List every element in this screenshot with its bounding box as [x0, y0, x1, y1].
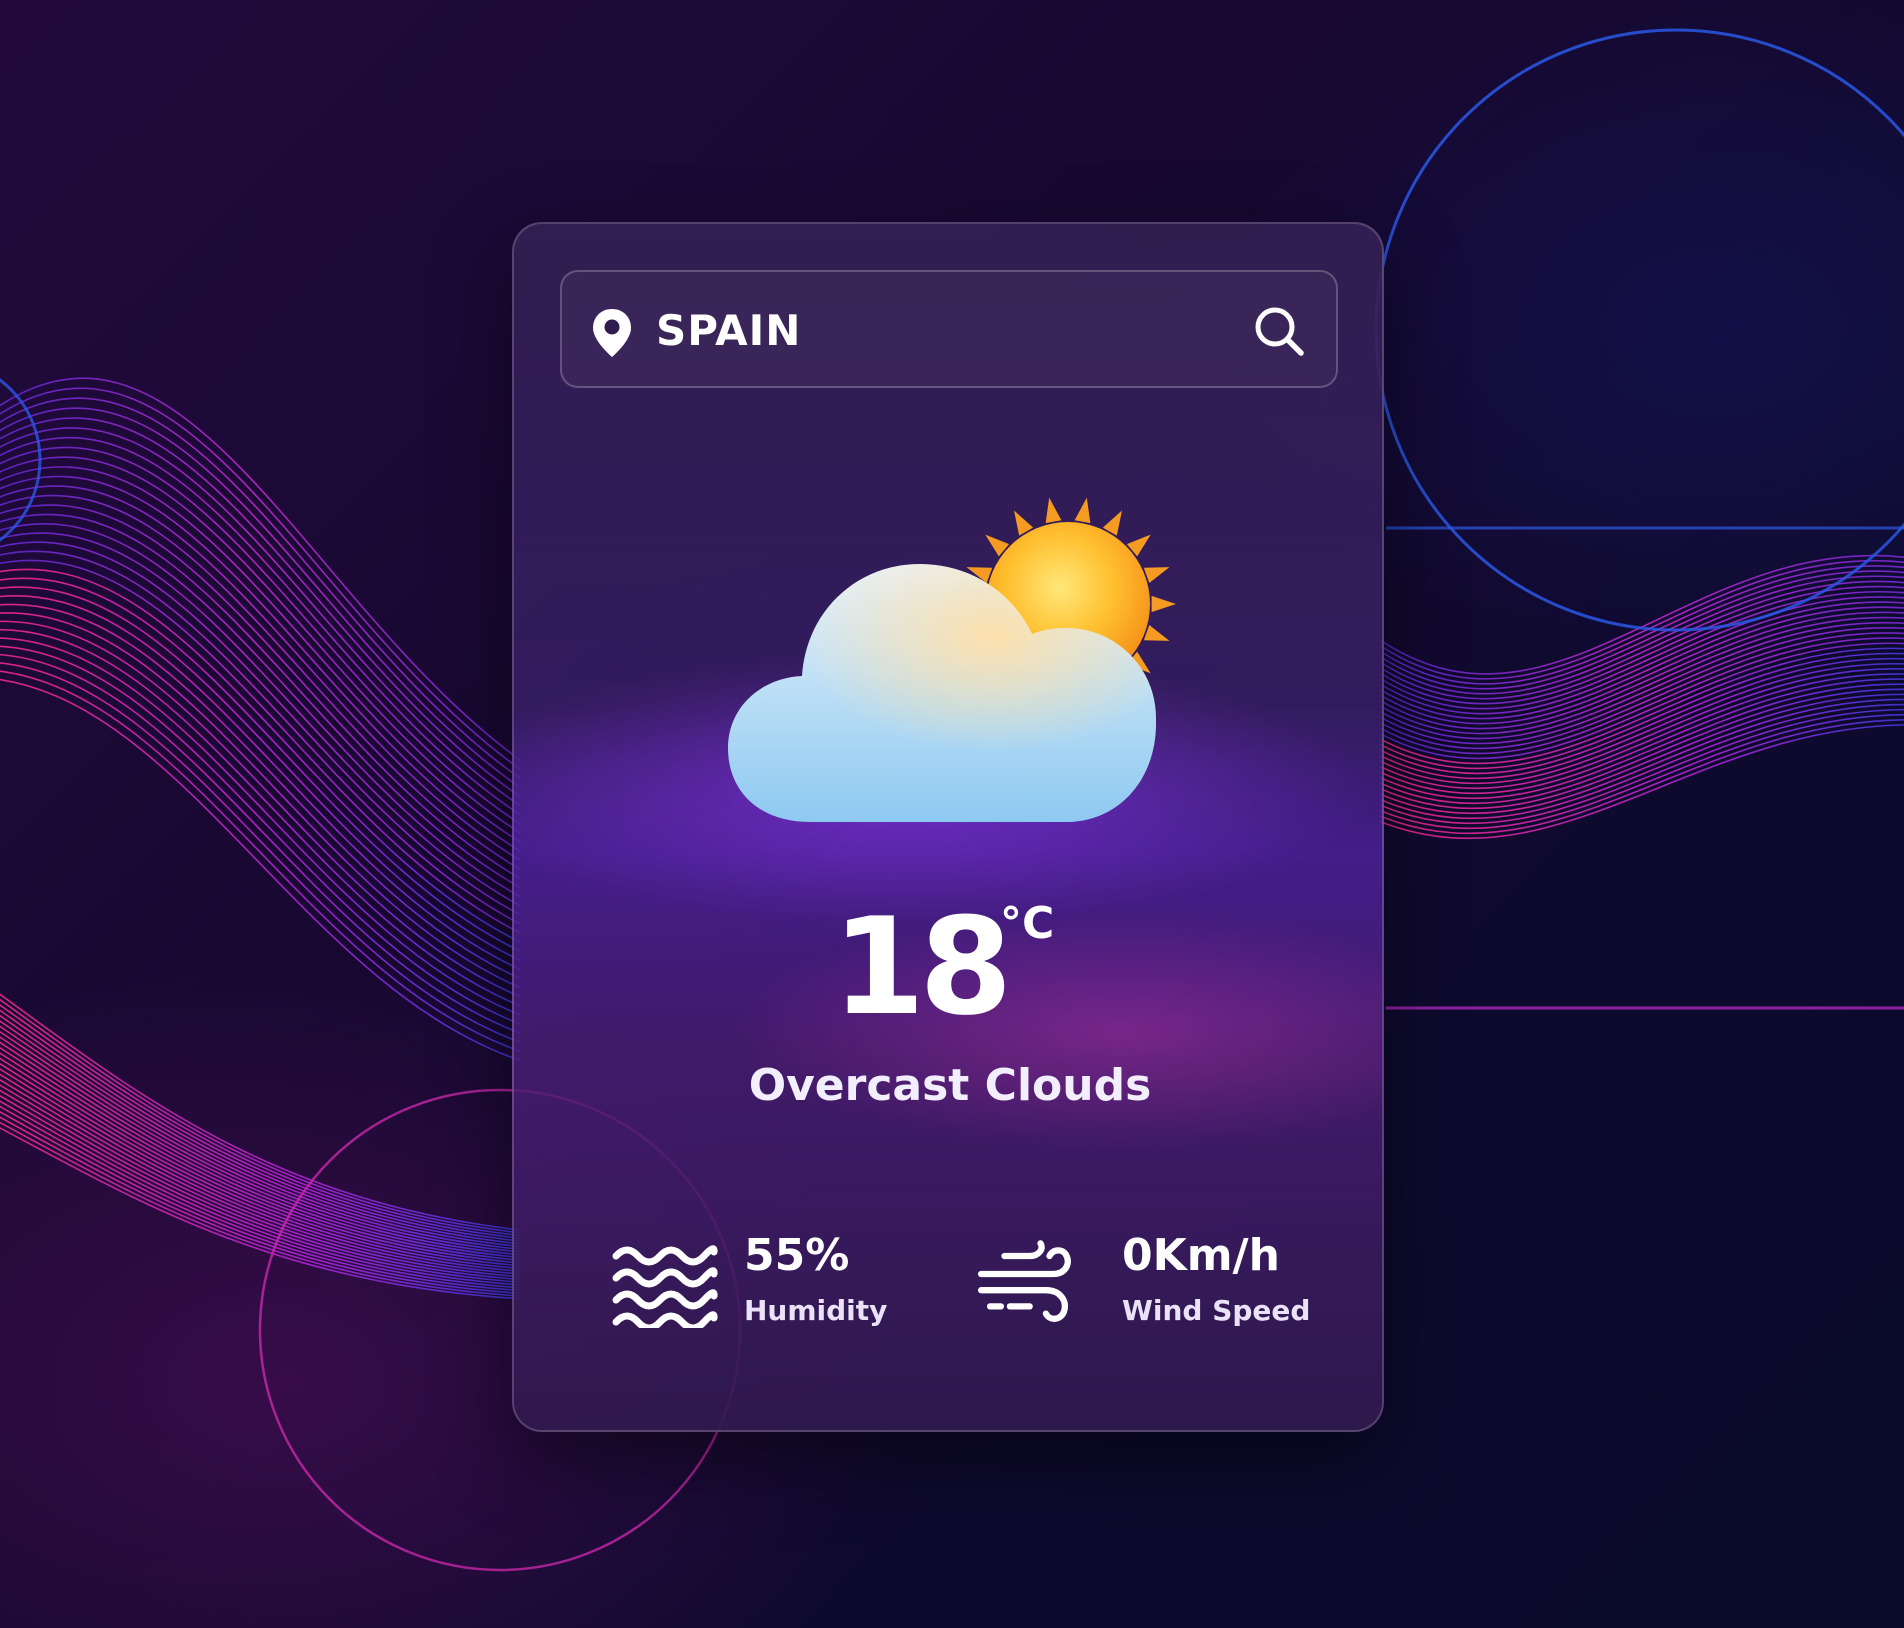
wind-detail: 0Km/h Wind Speed — [972, 1230, 1312, 1340]
background-wave-line — [0, 1020, 521, 1245]
background-wave-line — [0, 577, 521, 952]
location-pin-icon — [593, 309, 631, 357]
wind-speed-value: 0Km/h — [1122, 1230, 1280, 1281]
background-wave-line — [1379, 565, 1904, 685]
background-wave-line — [1379, 559, 1904, 680]
temperature-unit: °C — [1000, 898, 1055, 949]
weather-card: 18 °C Overcast Clouds 55% Humidity — [512, 222, 1384, 1432]
sun-ray — [1045, 497, 1062, 524]
search-input[interactable] — [656, 300, 1216, 360]
background-wave-line — [0, 993, 521, 1231]
background-wave-line — [0, 513, 521, 889]
humidity-detail: 55% Humidity — [610, 1230, 910, 1340]
sun-ray — [1074, 497, 1091, 524]
sun-ray — [1143, 625, 1170, 641]
sun-ray — [1143, 567, 1170, 583]
temperature-value: 18 — [832, 889, 1013, 1045]
search-button[interactable] — [1250, 302, 1308, 360]
weather-condition: Overcast Clouds — [748, 1060, 1152, 1111]
background-wave-line — [0, 1030, 521, 1251]
background-wave-line — [0, 541, 521, 916]
background-wave-line — [0, 1025, 521, 1248]
background-wave-line — [0, 612, 521, 989]
background-wave-line — [0, 637, 521, 1016]
search-icon — [1255, 307, 1304, 356]
background-wave-line — [0, 456, 521, 834]
humidity-value: 55% — [744, 1230, 850, 1281]
wind-speed-label: Wind Speed — [1122, 1294, 1311, 1327]
sun-ray — [1151, 595, 1176, 613]
background-wave-line — [1379, 647, 1904, 765]
background-wave-line — [0, 485, 521, 861]
cloud-sun-icon — [728, 497, 1176, 822]
wind-icon — [977, 1240, 1071, 1322]
temperature-display: 18 °C — [514, 889, 1382, 1045]
waves-icon — [612, 1245, 718, 1328]
background-wave-line — [0, 532, 521, 907]
background-wave-line — [0, 504, 521, 879]
background-wave-line — [0, 397, 521, 779]
background-wave-line — [0, 1127, 521, 1300]
weather-app: 18 °C Overcast Clouds 55% Humidity — [0, 0, 1904, 1628]
background-wave-line — [1379, 554, 1904, 675]
humidity-label: Humidity — [744, 1294, 888, 1327]
search-bar — [560, 270, 1338, 388]
